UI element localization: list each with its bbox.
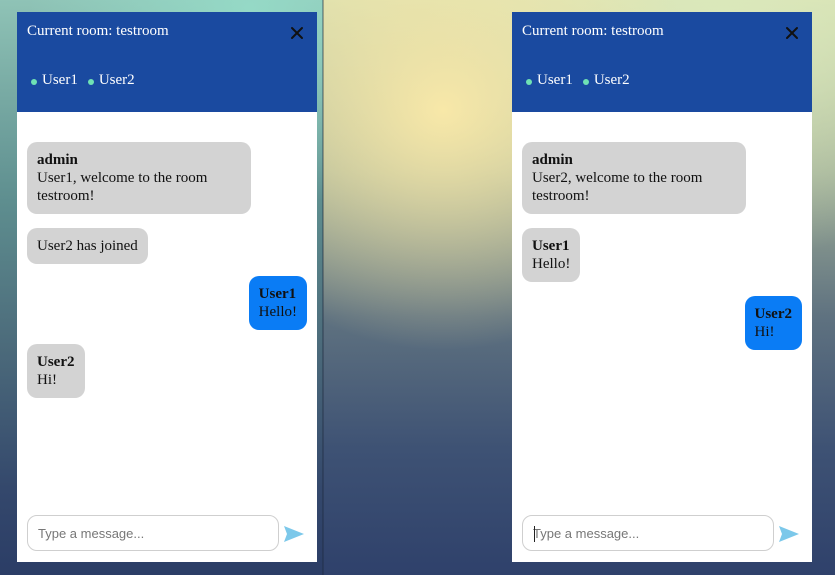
message-text: Hello! (532, 256, 571, 272)
close-icon[interactable] (288, 24, 306, 42)
online-user-name: User1 (537, 72, 573, 88)
room-title: Current room: testroom (27, 23, 169, 39)
online-dot-icon (582, 78, 589, 85)
online-user-name: User2 (98, 72, 135, 88)
message-text: Hello! (258, 304, 297, 320)
online-user: User1 (31, 72, 78, 89)
message-bubble: User1 Hello! (522, 228, 581, 282)
online-dot-icon (87, 78, 94, 85)
message-sender: admin (37, 152, 78, 168)
own-message-bubble: User1 Hello! (248, 276, 307, 330)
online-user-name: User2 (593, 72, 630, 88)
message-text: Hi! (754, 324, 775, 340)
chat-window-user1: Current room: testroom User1 User2 admin… (17, 12, 317, 562)
online-user-name: User1 (42, 72, 78, 88)
chat-header: Current room: testroom User1 User2 (512, 12, 812, 112)
system-message-bubble: User2 has joined (27, 228, 148, 264)
message-text: User1, welcome to the room testroom! (37, 170, 208, 204)
online-user: User2 (582, 72, 630, 89)
online-dot-icon (31, 78, 37, 85)
online-users: User1 User2 (31, 72, 145, 89)
online-dot-icon (526, 78, 532, 85)
message-sender: User1 (532, 238, 570, 254)
own-message-bubble: User2 Hi! (744, 296, 802, 350)
chat-window-user2: Current room: testroom User1 User2 admin… (512, 12, 812, 562)
text-cursor (534, 526, 535, 542)
message-text: Hi! (37, 372, 57, 388)
message-sender: admin (532, 152, 573, 168)
close-icon[interactable] (783, 24, 801, 42)
room-title: Current room: testroom (522, 23, 664, 39)
online-user: User2 (87, 72, 135, 89)
message-bubble: admin User2, welcome to the room testroo… (522, 142, 746, 214)
message-list: admin User1, welcome to the room testroo… (17, 112, 317, 512)
message-bubble: admin User1, welcome to the room testroo… (27, 142, 251, 214)
message-sender: User2 (754, 306, 793, 322)
message-bubble: User2 Hi! (27, 344, 85, 398)
chat-header: Current room: testroom User1 User2 (17, 12, 317, 112)
message-input[interactable] (523, 516, 753, 550)
window-divider (322, 0, 324, 575)
online-users: User1 User2 (526, 72, 640, 89)
message-list: admin User2, welcome to the room testroo… (512, 112, 812, 512)
message-input[interactable] (28, 516, 258, 550)
message-input-box[interactable] (27, 515, 279, 551)
send-icon[interactable] (283, 523, 305, 545)
message-text: User2 has joined (37, 238, 138, 254)
message-text: User2, welcome to the room testroom! (532, 170, 703, 204)
message-input-box[interactable] (522, 515, 774, 551)
online-user: User1 (526, 72, 573, 89)
message-sender: User2 (37, 354, 75, 370)
send-icon[interactable] (778, 523, 800, 545)
message-sender: User1 (258, 286, 297, 302)
